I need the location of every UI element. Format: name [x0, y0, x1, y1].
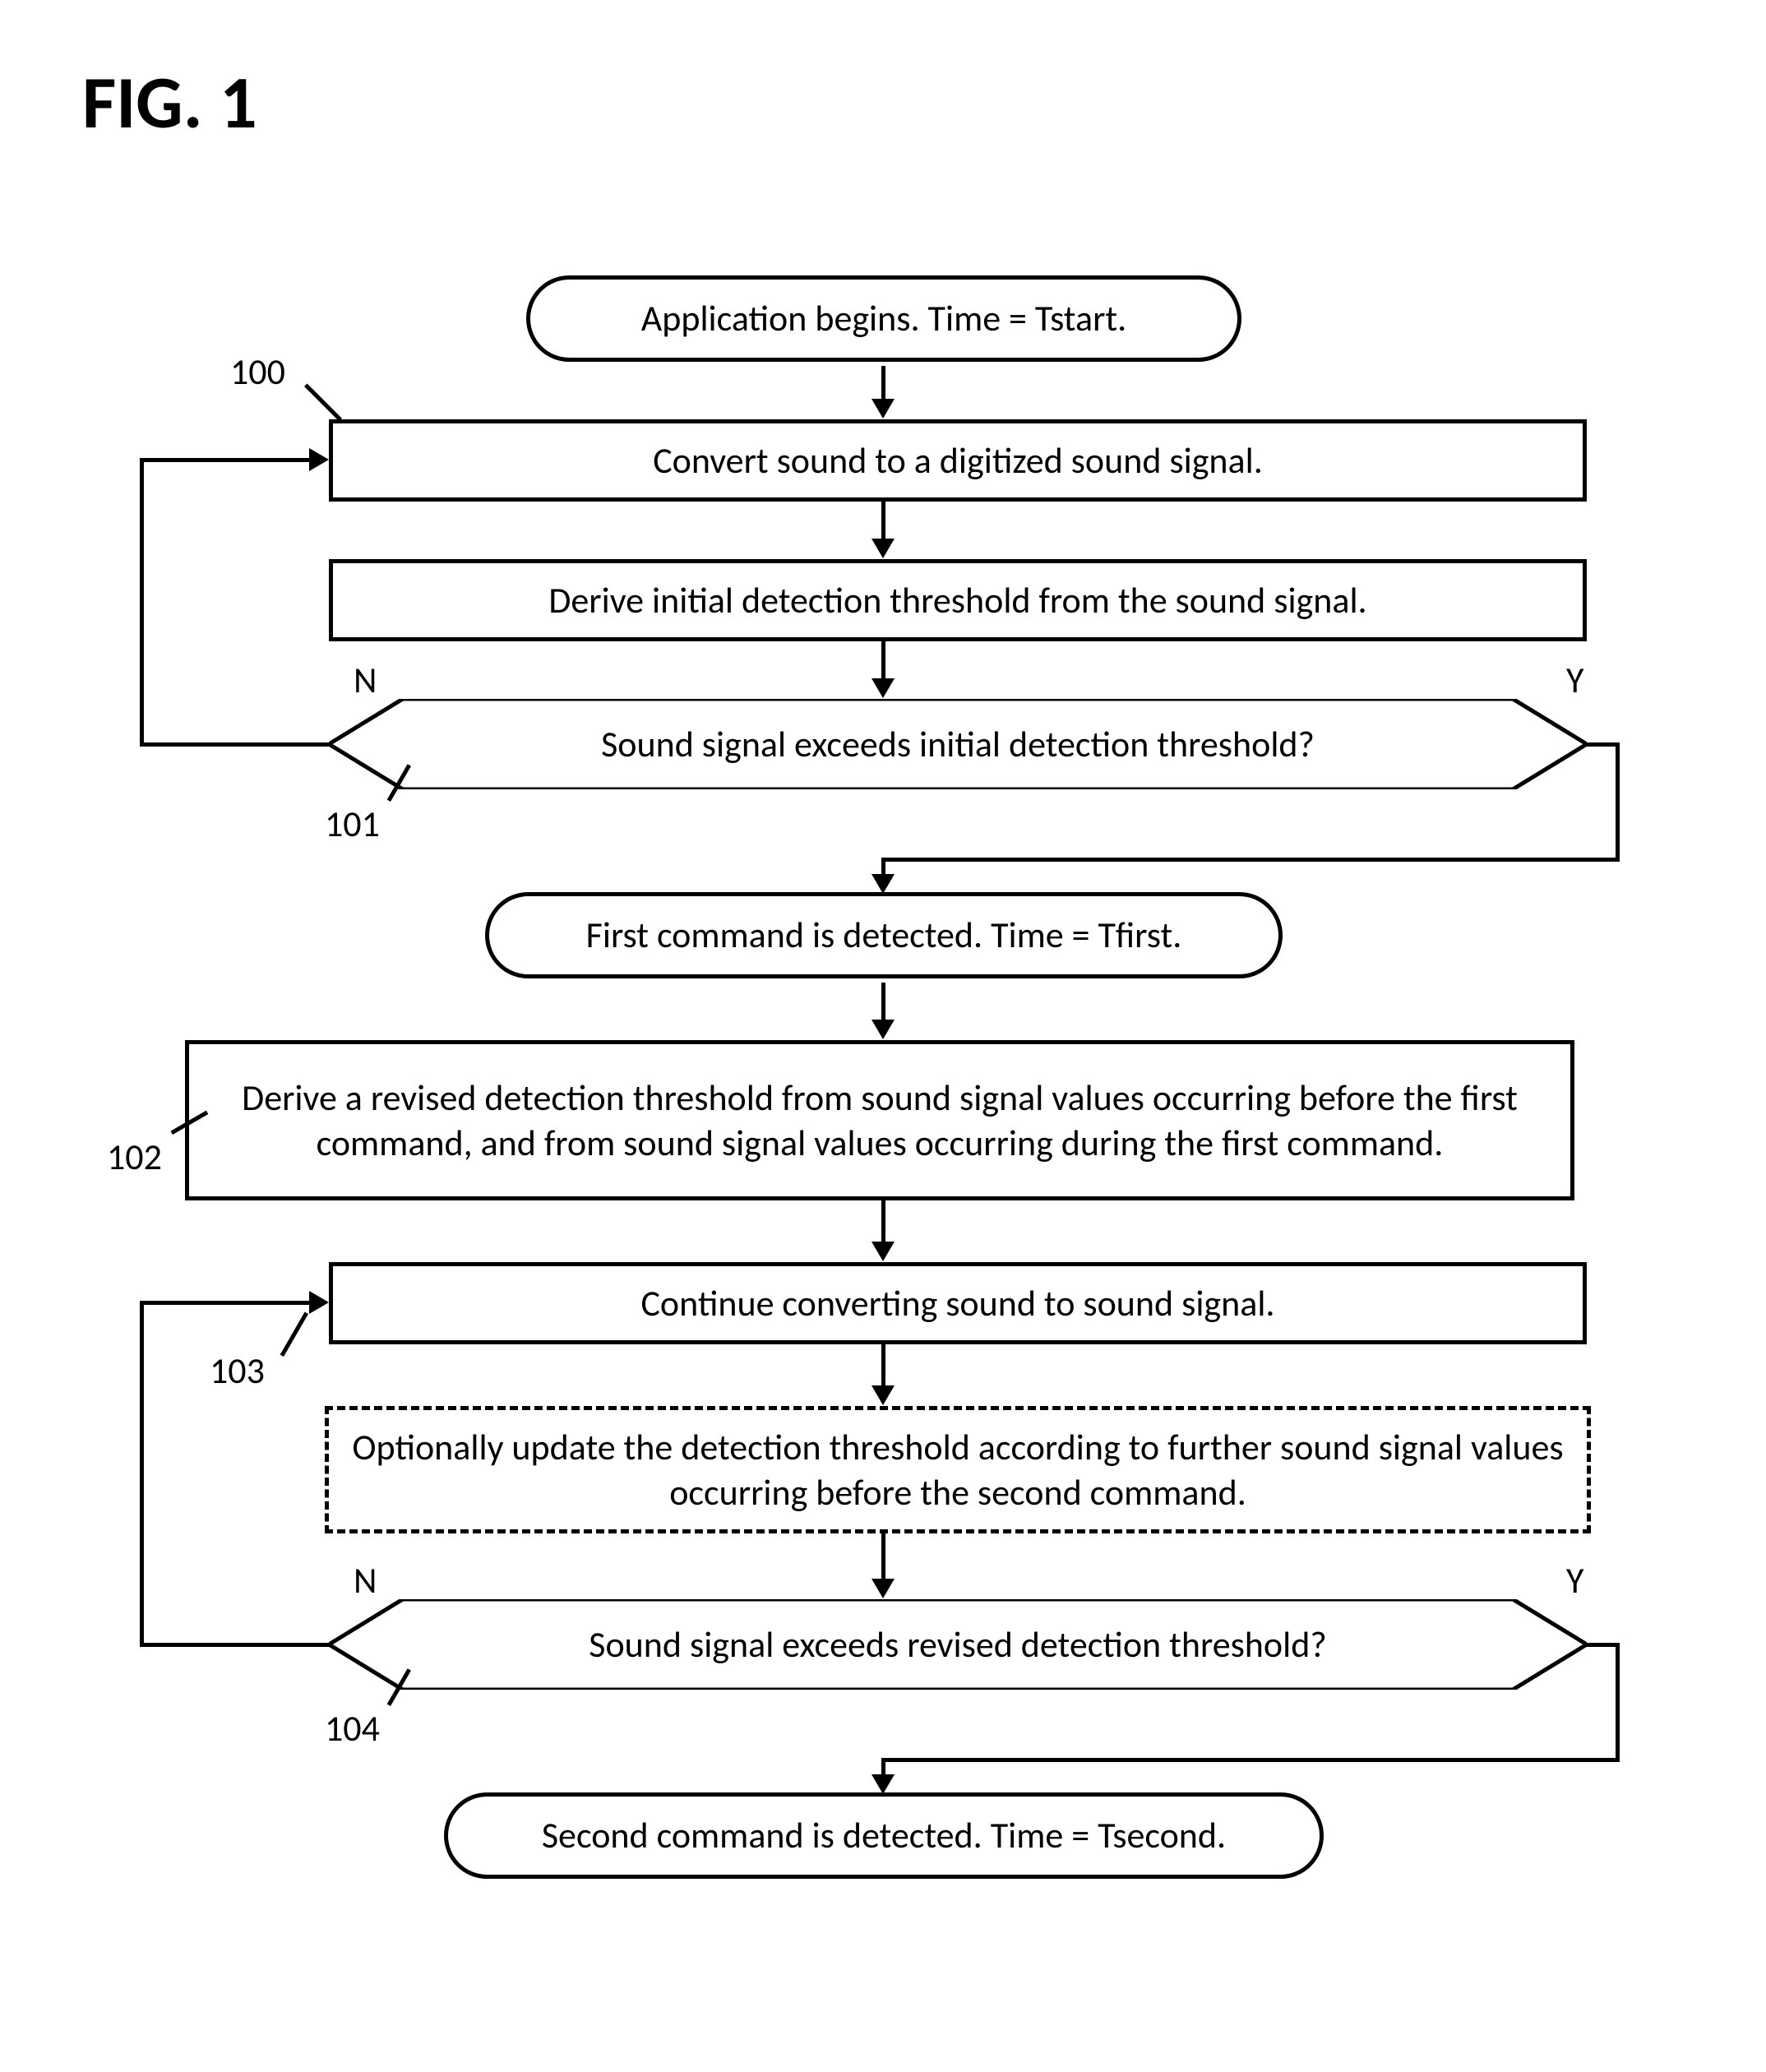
- edge-derive2-continue: [881, 1200, 885, 1246]
- figure-title: FIG. 1: [82, 58, 257, 148]
- edge-dec1-no-h: [140, 742, 329, 747]
- node-decision-initial: Sound signal exceeds initial detection t…: [329, 699, 1587, 789]
- edge-dec2-no-h: [140, 1643, 329, 1647]
- arrowhead-icon: [309, 1291, 329, 1314]
- edge-dec1-yes-h2: [881, 858, 1620, 862]
- ref-101: 101: [325, 802, 380, 846]
- arrowhead-icon: [871, 539, 895, 558]
- ref-103-pointer: [280, 1312, 308, 1357]
- node-convert-text: Convert sound to a digitized sound signa…: [653, 438, 1263, 483]
- node-derive-initial-text: Derive initial detection threshold from …: [548, 578, 1366, 623]
- node-second-detected: Second command is detected. Time = Tseco…: [444, 1792, 1324, 1879]
- edge-derive1-dec1: [881, 641, 885, 682]
- node-decision-initial-text: Sound signal exceeds initial detection t…: [329, 722, 1587, 766]
- node-second-detected-text: Second command is detected. Time = Tseco…: [542, 1813, 1226, 1858]
- edge-convert-derive1: [881, 502, 885, 543]
- arrowhead-icon: [871, 1385, 895, 1405]
- arrowhead-icon: [871, 678, 895, 698]
- edge-dec2-yes-v: [1616, 1643, 1620, 1758]
- edge-dec1-no-v: [140, 458, 144, 746]
- edge-dec2-no-v: [140, 1301, 144, 1646]
- arrowhead-icon: [871, 399, 895, 419]
- edge-dec1-yes-h: [1587, 742, 1620, 747]
- ref-100-pointer: [304, 383, 342, 421]
- edge-dec1-no-h2: [140, 458, 312, 462]
- node-continue-text: Continue converting sound to sound signa…: [640, 1281, 1274, 1326]
- node-convert: Convert sound to a digitized sound signa…: [329, 419, 1587, 502]
- label-yes-2: Y: [1566, 1558, 1583, 1603]
- node-first-detected-text: First command is detected. Time = Tfirst…: [586, 913, 1182, 958]
- ref-102: 102: [107, 1135, 162, 1179]
- node-start-text: Application begins. Time = Tstart.: [641, 296, 1127, 341]
- edge-continue-optional: [881, 1344, 885, 1390]
- arrowhead-icon: [871, 874, 895, 894]
- node-first-detected: First command is detected. Time = Tfirst…: [485, 892, 1283, 978]
- node-decision-revised-text: Sound signal exceeds revised detection t…: [329, 1622, 1587, 1667]
- node-derive-revised-text: Derive a revised detection threshold fro…: [209, 1075, 1551, 1166]
- node-continue: Continue converting sound to sound signa…: [329, 1262, 1587, 1344]
- arrowhead-icon: [871, 1774, 895, 1794]
- ref-103: 103: [210, 1348, 265, 1393]
- arrowhead-icon: [309, 448, 329, 471]
- edge-dec1-yes-v: [1616, 742, 1620, 858]
- label-no-2: N: [354, 1558, 377, 1603]
- label-yes-1: Y: [1566, 658, 1583, 702]
- node-optional: Optionally update the detection threshol…: [325, 1406, 1591, 1533]
- edge-dec2-no-h2: [140, 1301, 312, 1305]
- figure-page: FIG. 1 Application begins. Time = Tstart…: [0, 0, 1766, 2072]
- node-derive-initial: Derive initial detection threshold from …: [329, 559, 1587, 641]
- arrowhead-icon: [871, 1020, 895, 1039]
- edge-dec2-yes-h2: [881, 1758, 1620, 1762]
- edge-detected1-derive2: [881, 983, 885, 1024]
- arrowhead-icon: [871, 1579, 895, 1598]
- node-optional-text: Optionally update the detection threshol…: [349, 1425, 1567, 1515]
- ref-100: 100: [230, 349, 285, 394]
- node-derive-revised: Derive a revised detection threshold fro…: [185, 1040, 1574, 1200]
- edge-optional-dec2: [881, 1533, 885, 1583]
- label-no-1: N: [354, 658, 377, 702]
- arrowhead-icon: [871, 1242, 895, 1261]
- edge-dec2-yes-h: [1587, 1643, 1620, 1647]
- node-decision-revised: Sound signal exceeds revised detection t…: [329, 1599, 1587, 1690]
- node-start: Application begins. Time = Tstart.: [526, 275, 1241, 362]
- ref-104: 104: [325, 1706, 380, 1751]
- edge-start-convert: [881, 366, 885, 403]
